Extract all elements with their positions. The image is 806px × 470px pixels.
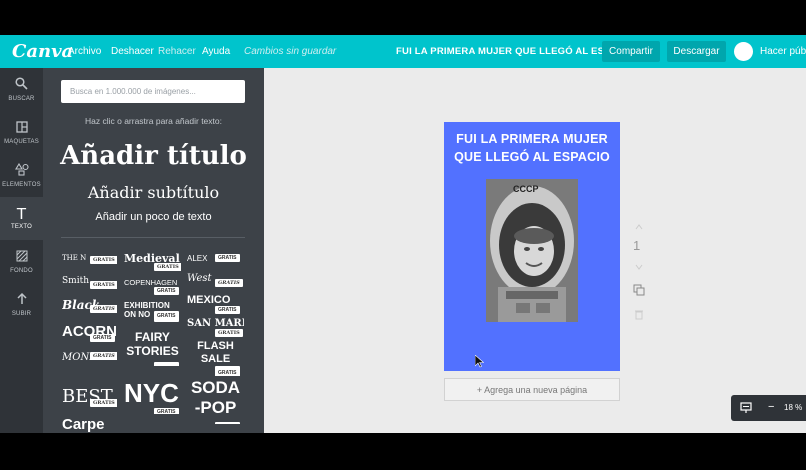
shapes-icon	[14, 162, 29, 179]
text-template[interactable]: THE N GRATIS	[62, 254, 117, 276]
text-template[interactable]: Black GRATIS	[62, 298, 117, 320]
template-text: THE N	[62, 254, 87, 262]
page-heading-line: FUI LA PRIMERA MUJER	[456, 132, 608, 146]
rail-item-fondo[interactable]: FONDO	[0, 240, 43, 283]
astronaut-photo[interactable]: CCCP	[486, 179, 578, 322]
text-template[interactable]: MEXICO GRATIS	[187, 294, 244, 316]
move-page-down-icon[interactable]	[635, 262, 643, 273]
canva-logo[interactable]: Canva	[12, 41, 73, 62]
rail-item-maquetas[interactable]: MAQUETAS	[0, 111, 43, 154]
text-template[interactable]: EXHIBITION ON NO GRATIS	[124, 301, 181, 327]
rail-label: FONDO	[10, 267, 33, 274]
text-icon: T	[16, 205, 27, 223]
template-text: FLASH SALE	[197, 340, 234, 365]
free-badge: GRATIS	[215, 329, 243, 337]
rail-item-elementos[interactable]: ELEMENTOS	[0, 154, 43, 197]
search-input[interactable]: Busca en 1.000.000 de imágenes...	[61, 80, 245, 103]
template-text: SAN MARINO	[187, 318, 244, 329]
presentation-icon[interactable]	[740, 401, 752, 419]
add-subtitle-button[interactable]: Añadir subtítulo	[43, 183, 264, 202]
helmet-text: CCCP	[513, 184, 539, 194]
text-template[interactable]: ACORN GRATIS	[62, 323, 117, 345]
menu-rehacer[interactable]: Rehacer	[158, 46, 196, 57]
page-number: 1	[633, 238, 641, 253]
zoom-out-button[interactable]: −	[768, 401, 774, 413]
free-badge: GRATIS	[90, 352, 117, 360]
layout-icon	[15, 120, 28, 136]
template-text: COPENHAGEN	[124, 278, 178, 287]
mouse-cursor-icon	[474, 354, 485, 371]
add-page-button[interactable]: + Agrega una nueva página	[444, 378, 620, 401]
text-template[interactable]: SODA -POP GRATIS	[187, 378, 244, 424]
free-badge: GRATIS	[154, 408, 179, 414]
search-icon	[15, 77, 28, 93]
page-heading-line: QUE LLEGÓ AL ESPACIO	[454, 150, 610, 164]
template-text: MEXICO	[187, 294, 231, 306]
free-badge: GRATIS	[154, 287, 179, 295]
rail-label: TEXTO	[11, 224, 32, 230]
free-badge: GRATIS	[90, 281, 117, 289]
free-badge: GRATIS	[90, 305, 117, 313]
menu-ayuda[interactable]: Ayuda	[202, 46, 230, 57]
rail-label: BUSCAR	[8, 96, 35, 102]
panel-hint: Haz clic o arrastra para añadir texto:	[84, 116, 222, 126]
move-page-up-icon[interactable]	[635, 222, 643, 233]
free-badge: GRATIS	[90, 334, 115, 342]
template-text: Smith	[62, 276, 89, 286]
letterbox-bottom	[0, 433, 806, 470]
text-template[interactable]: West GRATIS	[187, 273, 244, 295]
text-template[interactable]: SAN MARINO GRATIS	[187, 318, 244, 340]
upload-icon	[16, 292, 28, 308]
duplicate-page-icon[interactable]	[633, 284, 645, 299]
text-template[interactable]: NYC GRATIS	[124, 378, 181, 414]
free-badge: GRATIS	[215, 422, 240, 424]
free-badge: GRATIS	[215, 279, 243, 287]
add-body-text-button[interactable]: Añadir un poco de texto	[43, 211, 264, 223]
rail-label: MAQUETAS	[4, 138, 39, 145]
template-text: West	[187, 273, 212, 284]
text-template[interactable]: FLASH SALE GRATIS	[187, 340, 244, 376]
letterbox-top	[0, 0, 806, 35]
menu-deshacer[interactable]: Deshacer	[111, 46, 154, 57]
free-badge: GRATIS	[90, 399, 117, 407]
add-title-button[interactable]: Añadir título	[43, 141, 264, 171]
rail-label: ELEMENTOS	[2, 182, 41, 188]
rail-item-buscar[interactable]: BUSCAR	[0, 68, 43, 111]
delete-page-icon[interactable]	[634, 309, 644, 323]
rail-item-subir[interactable]: SUBIR	[0, 283, 43, 326]
text-template[interactable]: Medieval GRATIS	[124, 252, 181, 274]
text-template[interactable]: Smith GRATIS	[62, 276, 117, 298]
template-text: ALEX	[187, 254, 208, 263]
publish-button[interactable]: Hacer públi	[760, 46, 806, 57]
free-badge: GRATIS	[154, 311, 179, 322]
page-heading[interactable]: FUI LA PRIMERA MUJER QUE LLEGÓ AL ESPACI…	[444, 130, 620, 166]
rail-item-texto[interactable]: T TEXTO	[0, 197, 43, 240]
free-badge: GRATIS	[215, 366, 240, 376]
free-badge: GRATIS	[215, 306, 240, 314]
rail-label: SUBIR	[11, 311, 32, 317]
text-template[interactable]: MONDAY GRATIS	[62, 352, 117, 374]
free-badge: GRATIS	[154, 263, 181, 271]
free-badge: GRATIS	[215, 254, 240, 262]
template-text: SODA -POP	[190, 378, 241, 417]
text-template[interactable]: COPENHAGEN GRATIS	[124, 278, 181, 300]
background-icon	[16, 250, 28, 265]
panel-divider	[61, 237, 245, 238]
document-title[interactable]: FUI LA PRIMERA MUJER QUE LLEGÓ AL ESPACI…	[396, 46, 635, 57]
text-template[interactable]: FAIRY STORIES GRATIS	[124, 330, 181, 366]
text-template[interactable]: Carpe	[62, 416, 117, 433]
zoom-level[interactable]: 18 %	[784, 403, 802, 412]
free-badge: GRATIS	[90, 256, 117, 264]
free-badge: GRATIS	[154, 362, 179, 366]
avatar[interactable]	[734, 42, 753, 61]
download-button[interactable]: Descargar	[667, 41, 726, 62]
text-template[interactable]: BEST GRATIS	[62, 386, 117, 412]
save-status: Cambios sin guardar	[244, 46, 337, 57]
template-text: NYC	[124, 378, 179, 408]
template-text: Carpe	[62, 416, 105, 433]
template-text: FAIRY STORIES	[126, 330, 179, 358]
share-button[interactable]: Compartir	[602, 41, 660, 62]
menu-archivo[interactable]: Archivo	[68, 46, 101, 57]
